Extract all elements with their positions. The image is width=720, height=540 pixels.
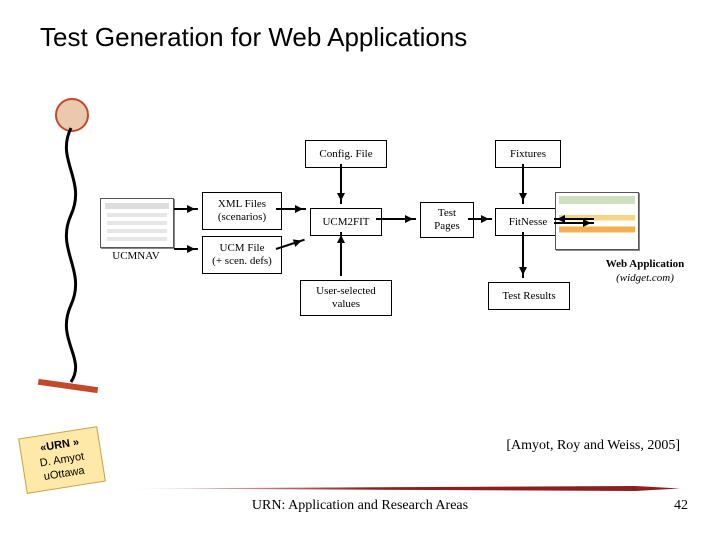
footer-divider [120, 486, 680, 491]
web-app-caption: Web Application [590, 258, 700, 270]
arrow-icon [340, 164, 342, 204]
arrow-icon [522, 164, 524, 204]
ucmnav-thumbnail [100, 198, 174, 248]
arrow-icon [468, 218, 492, 220]
ucm-file-box: UCM File (+ scen. defs) [202, 236, 282, 274]
arrow-icon [174, 248, 198, 250]
fitnesse-box: FitNesse [495, 208, 561, 236]
page-number: 42 [674, 498, 688, 514]
test-results-box: Test Results [488, 282, 570, 310]
arrow-icon [522, 232, 524, 278]
author-sticker: «URN » D. Amyot uOttawa [18, 426, 106, 494]
page-title: Test Generation for Web Applications [40, 22, 467, 53]
ucm2fit-box: UCM2FIT [310, 208, 382, 236]
fixtures-box: Fixtures [495, 140, 561, 168]
fitnesse-thumbnail [555, 192, 639, 250]
footer-text: URN: Application and Research Areas [0, 498, 720, 514]
test-pages-box: Test Pages [420, 202, 474, 238]
arrow-icon [554, 222, 594, 224]
arrow-icon [340, 232, 342, 276]
xml-files-box: XML Files (scenarios) [202, 192, 282, 230]
citation-text: [Amyot, Roy and Weiss, 2005] [506, 438, 680, 454]
arrow-icon [174, 208, 198, 210]
squiggle-line [53, 120, 93, 390]
pipeline-diagram: UCMNAV XML Files (scenarios) UCM File (+… [100, 130, 700, 350]
ucmnav-caption: UCMNAV [100, 250, 172, 262]
user-selected-values-box: User-selected values [300, 280, 392, 316]
arrow-icon [276, 208, 306, 210]
config-file-box: Config. File [305, 140, 387, 168]
web-app-subcaption: (widget.com) [590, 272, 700, 284]
arrow-icon [376, 218, 416, 220]
